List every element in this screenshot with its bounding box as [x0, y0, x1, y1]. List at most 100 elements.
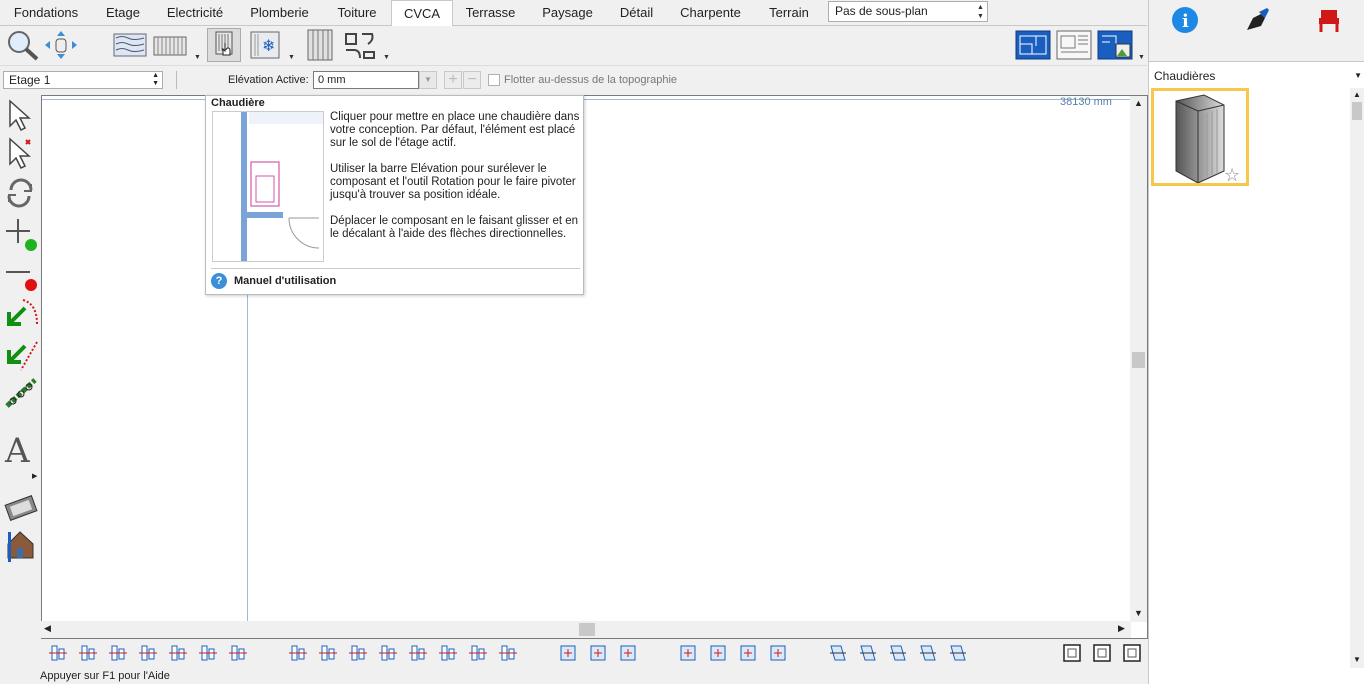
- scroll-up-icon[interactable]: ▲: [1134, 98, 1143, 108]
- tooltip-title: Chaudière: [211, 97, 265, 109]
- frame-icon[interactable]: [1062, 643, 1082, 663]
- distribute-h-icon[interactable]: [288, 643, 308, 663]
- duct-fitting-icon[interactable]: [342, 28, 378, 62]
- dropdown-arrow-icon[interactable]: ▶: [32, 472, 37, 480]
- spin-arrows-icon: ▲ ▼: [977, 4, 984, 20]
- chevron-down-icon: ▼: [1354, 71, 1362, 80]
- distribute-v2-icon[interactable]: [438, 643, 458, 663]
- canvas-horizontal-scrollbar[interactable]: ◀ ▶: [41, 621, 1131, 638]
- tab-plomberie[interactable]: Plomberie: [236, 0, 323, 26]
- tab-cvca[interactable]: CVCA: [391, 0, 453, 27]
- flip-v-icon[interactable]: [948, 643, 968, 663]
- align-top-icon[interactable]: [168, 643, 188, 663]
- mirror-h-icon[interactable]: [858, 643, 878, 663]
- 3d-house-icon[interactable]: [5, 528, 35, 562]
- help-icon[interactable]: ?: [211, 273, 227, 289]
- distribute-v-icon[interactable]: [408, 643, 428, 663]
- dropdown-arrow-icon[interactable]: ▼: [288, 54, 295, 61]
- tab-paysage[interactable]: Paysage: [528, 0, 607, 26]
- distribute-v3-icon[interactable]: [468, 643, 488, 663]
- align-bottom-icon[interactable]: [228, 643, 248, 663]
- resize-v-icon[interactable]: [678, 643, 698, 663]
- rotate-icon[interactable]: [3, 176, 37, 210]
- tab-fondations[interactable]: Fondations: [0, 0, 92, 26]
- align-middle-icon[interactable]: [198, 643, 218, 663]
- subplan-select[interactable]: Pas de sous-plan ▲ ▼: [828, 1, 988, 22]
- fit-icon[interactable]: [708, 643, 728, 663]
- mirror-v-icon[interactable]: [888, 643, 908, 663]
- scroll-thumb[interactable]: [1352, 102, 1362, 120]
- text-tool-icon[interactable]: A: [3, 430, 39, 468]
- pan-hand-icon[interactable]: [42, 28, 80, 62]
- dropdown-arrow-icon[interactable]: ▼: [1138, 54, 1145, 61]
- center-v-icon[interactable]: [588, 643, 608, 663]
- elevation-input[interactable]: 0 mm: [313, 71, 419, 89]
- space-h-icon[interactable]: [378, 643, 398, 663]
- scroll-up-icon[interactable]: ▲: [1353, 90, 1361, 99]
- center-cross-icon[interactable]: [138, 643, 158, 663]
- boiler-library-item[interactable]: ☆: [1151, 88, 1249, 186]
- library-category-header[interactable]: Chaudières ▼: [1149, 66, 1364, 86]
- scroll-thumb[interactable]: [579, 623, 595, 636]
- scroll-right-icon[interactable]: ▶: [1118, 623, 1125, 634]
- tab-info[interactable]: i: [1149, 0, 1221, 40]
- render-view-icon[interactable]: [1096, 28, 1134, 62]
- select-arrow-icon[interactable]: [4, 98, 36, 132]
- dropdown-arrow-icon[interactable]: ▼: [383, 54, 390, 61]
- flip-h-icon[interactable]: [918, 643, 938, 663]
- align-right-icon[interactable]: [108, 643, 128, 663]
- multi-select-icon[interactable]: [4, 136, 36, 170]
- add-point-icon[interactable]: [3, 216, 39, 252]
- tab-electricite[interactable]: Electricité: [154, 0, 236, 26]
- tab-detail[interactable]: Détail: [607, 0, 666, 26]
- tab-terrasse[interactable]: Terrasse: [453, 0, 528, 26]
- frame-border-icon[interactable]: [1122, 643, 1142, 663]
- library-scrollbar[interactable]: ▲ ▼: [1350, 88, 1364, 668]
- scroll-down-icon[interactable]: ▼: [1134, 608, 1143, 618]
- center-both-icon[interactable]: [618, 643, 638, 663]
- elevation-dropdown-button[interactable]: ▼: [419, 71, 437, 89]
- canvas-vertical-scrollbar[interactable]: ▲ ▼: [1130, 96, 1147, 622]
- floor-plan-view-icon[interactable]: [1014, 28, 1052, 62]
- left-toolbar: A ▶: [0, 94, 40, 638]
- break-line-icon[interactable]: [3, 296, 39, 332]
- float-topography-checkbox[interactable]: [488, 74, 500, 86]
- center-point-icon[interactable]: [738, 643, 758, 663]
- wall-radiator-icon[interactable]: [304, 28, 336, 62]
- frame-copy-icon[interactable]: [1092, 643, 1112, 663]
- scroll-left-icon[interactable]: ◀: [44, 623, 51, 634]
- tab-toiture[interactable]: Toiture: [323, 0, 391, 26]
- boiler-tool-button[interactable]: [207, 28, 241, 62]
- join-line-icon[interactable]: [3, 336, 39, 372]
- copy-paste-icon[interactable]: [828, 643, 848, 663]
- elevation-increase-button[interactable]: +: [444, 71, 462, 89]
- tab-materials[interactable]: [1221, 0, 1293, 40]
- distribute-h2-icon[interactable]: [318, 643, 338, 663]
- connect-icon[interactable]: [3, 376, 39, 412]
- floor-select[interactable]: Etage 1 ▲ ▼: [3, 71, 163, 89]
- shrink-icon[interactable]: [768, 643, 788, 663]
- tab-terrain[interactable]: Terrain: [755, 0, 823, 26]
- align-left-icon[interactable]: [48, 643, 68, 663]
- library-panel: i Chaudières ▼ ☆ ▲ ▼: [1148, 0, 1364, 684]
- scroll-down-icon[interactable]: ▼: [1353, 655, 1361, 664]
- divider: [211, 268, 580, 269]
- distribute-h3-icon[interactable]: [348, 643, 368, 663]
- user-manual-link[interactable]: Manuel d'utilisation: [234, 275, 336, 287]
- air-conditioner-icon[interactable]: ❄: [248, 28, 284, 62]
- tab-charpente[interactable]: Charpente: [666, 0, 755, 26]
- radiator-icon[interactable]: [152, 28, 188, 62]
- zoom-icon[interactable]: [4, 28, 40, 62]
- center-h-icon[interactable]: [558, 643, 578, 663]
- space-v-icon[interactable]: [498, 643, 518, 663]
- elevation-decrease-button[interactable]: −: [463, 71, 481, 89]
- ductwork-icon[interactable]: [112, 28, 148, 62]
- camera-film-icon[interactable]: [3, 490, 39, 522]
- scroll-thumb[interactable]: [1132, 352, 1145, 368]
- tab-furniture[interactable]: [1293, 0, 1364, 40]
- dropdown-arrow-icon[interactable]: ▼: [194, 54, 201, 61]
- remove-point-icon[interactable]: [3, 258, 39, 294]
- align-center-icon[interactable]: [78, 643, 98, 663]
- layout-view-icon[interactable]: [1055, 28, 1093, 62]
- tab-etage[interactable]: Etage: [92, 0, 154, 26]
